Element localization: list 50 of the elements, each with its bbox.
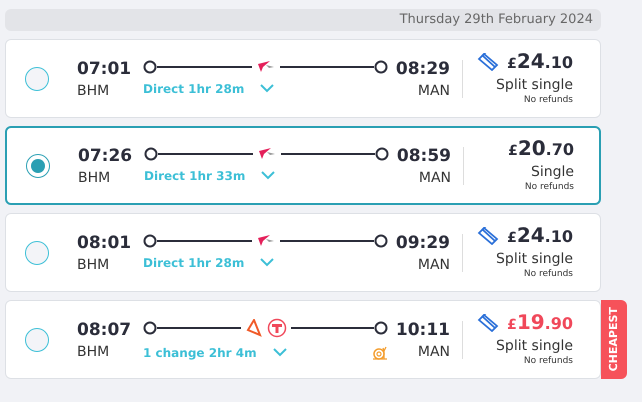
chevron-down-icon (261, 171, 276, 180)
refund-note: No refunds (522, 354, 573, 368)
radio-button[interactable] (26, 154, 50, 178)
refund-note: No refunds (524, 180, 574, 194)
destination-code: MAN (416, 256, 450, 272)
refund-note: No refunds (522, 94, 573, 107)
origin-code: BHM (77, 256, 110, 272)
journey-card[interactable]: 08:01 BHM Direct 1hr 28m 09:29 MAN £24.10 Split single No refunds (5, 213, 601, 292)
ticket-type: Split single (495, 76, 573, 94)
radio-button[interactable] (25, 66, 49, 90)
journey-card[interactable]: 08:07 BHM 1 change 2hr 4m 10:11 MAN £19.90 Split single No refunds (5, 300, 601, 379)
date-header: Thursday 29th February 2024 (5, 9, 601, 31)
journey-card[interactable]: 07:01 BHM Direct 1hr 28m 08:29 MAN £24.10 Split single No refunds (5, 39, 601, 118)
ticket-type: Split single (495, 338, 573, 355)
destination-code: MAN (416, 344, 450, 360)
ticket-type: Single (530, 164, 574, 181)
price-text: £20.70 (508, 136, 574, 162)
stop-icon (374, 320, 388, 334)
origin-code: BHM (77, 344, 110, 360)
refund-note: No refunds (522, 268, 573, 281)
destination-code: MAN (416, 82, 450, 98)
price-text: £24.10 (507, 50, 573, 75)
departure-time: 08:01 (77, 232, 132, 252)
price-text: £24.10 (507, 224, 573, 249)
stop-icon (374, 60, 388, 74)
departure-time: 08:07 (77, 320, 132, 340)
arrival-time: 09:29 (394, 232, 450, 252)
arrival-time: 08:59 (396, 146, 451, 166)
departure-time: 07:26 (78, 146, 134, 166)
stop-icon (143, 60, 157, 74)
stop-icon (143, 320, 157, 334)
stop-icon (143, 234, 157, 248)
cheapest-tag: CHEAPEST (601, 300, 627, 379)
price-text: £19.90 (507, 310, 573, 336)
arrival-time: 08:29 (394, 58, 450, 78)
chevron-down-icon (272, 348, 287, 357)
chevron-down-icon (260, 84, 274, 93)
destination-code: MAN (418, 170, 451, 186)
radio-button[interactable] (25, 328, 49, 352)
stop-icon (374, 234, 388, 248)
arrival-time: 10:11 (394, 320, 450, 340)
stop-icon (375, 146, 389, 160)
stop-icon (144, 146, 158, 160)
radio-button[interactable] (25, 240, 49, 264)
chevron-down-icon (260, 258, 274, 267)
origin-code: BHM (78, 170, 112, 186)
ticket-type: Split single (495, 250, 573, 268)
departure-time: 07:01 (77, 58, 132, 78)
origin-code: BHM (77, 82, 110, 98)
journey-card[interactable]: 07:26 BHM Direct 1hr 33m 08:59 MAN £20.70 Single No refunds (5, 126, 601, 205)
